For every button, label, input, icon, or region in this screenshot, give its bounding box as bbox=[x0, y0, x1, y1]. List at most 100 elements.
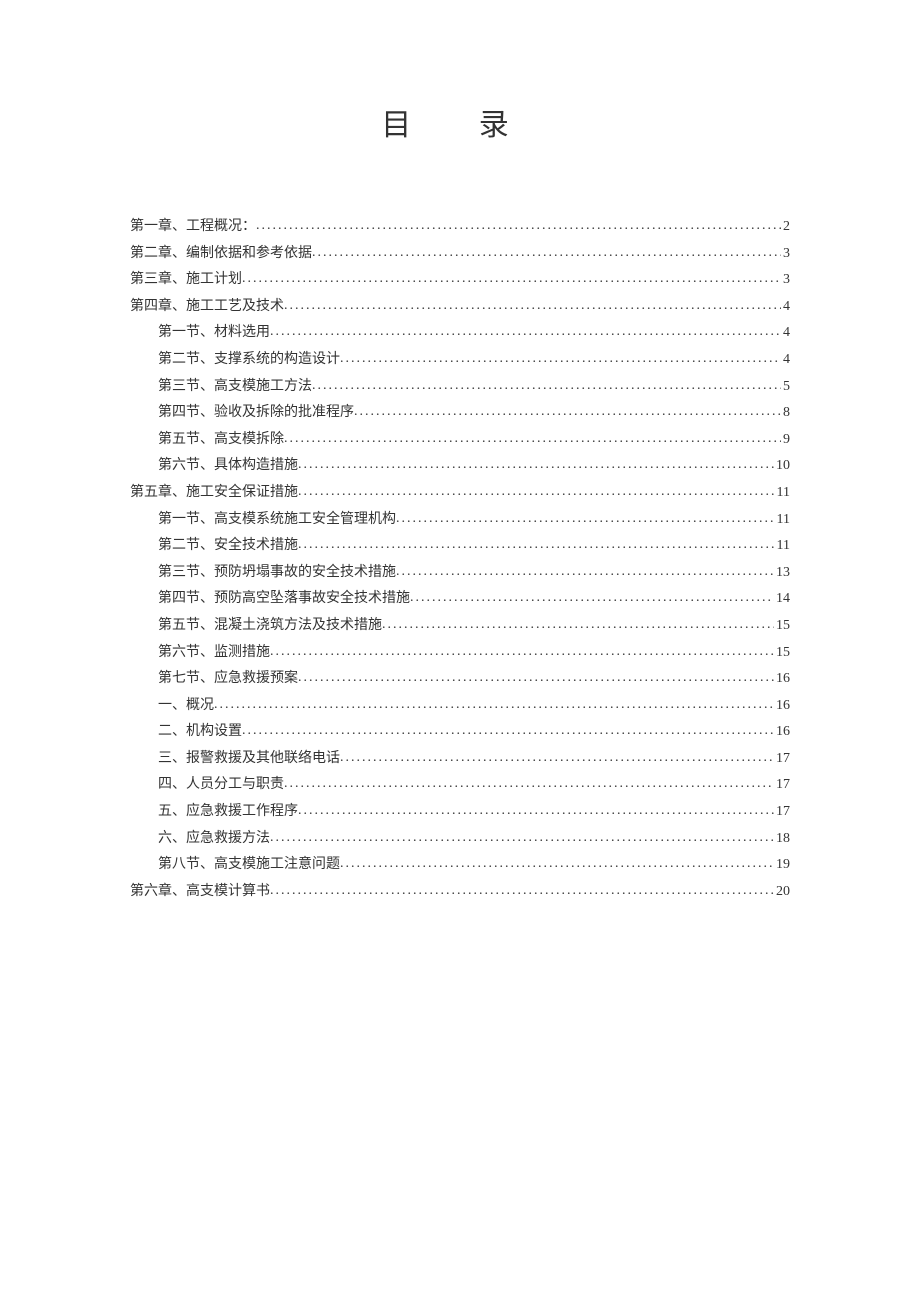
toc-leader-dots bbox=[270, 878, 774, 905]
toc-entry: 第七节、应急救援预案 16 bbox=[130, 666, 790, 693]
toc-entry-page: 17 bbox=[774, 799, 790, 826]
toc-entry-label: 第三节、预防坍塌事故的安全技术措施 bbox=[158, 560, 396, 587]
toc-entry-page: 16 bbox=[774, 666, 790, 693]
toc-leader-dots bbox=[214, 692, 774, 719]
toc-leader-dots bbox=[396, 506, 775, 533]
toc-entry-label: 第一节、高支模系统施工安全管理机构 bbox=[158, 507, 396, 534]
toc-entry: 第二章、编制依据和参考依据 3 bbox=[130, 241, 790, 268]
toc-entry-label: 第五章、施工安全保证措施 bbox=[130, 480, 298, 507]
toc-entry-page: 16 bbox=[774, 719, 790, 746]
toc-entry: 第三章、施工计划 3 bbox=[130, 267, 790, 294]
toc-entry: 第五章、施工安全保证措施 11 bbox=[130, 480, 790, 507]
toc-entry-page: 10 bbox=[774, 453, 790, 480]
toc-entry: 第三节、高支模施工方法 5 bbox=[130, 374, 790, 401]
toc-entry: 一、概况16 bbox=[130, 693, 790, 720]
table-of-contents: 第一章、工程概况：2第二章、编制依据和参考依据3第三章、施工计划3第四章、施工工… bbox=[130, 214, 790, 905]
toc-leader-dots bbox=[340, 346, 781, 373]
toc-entry-page: 14 bbox=[774, 586, 790, 613]
toc-entry-page: 3 bbox=[781, 267, 790, 294]
toc-entry-label: 第二节、安全技术措施 bbox=[158, 533, 298, 560]
toc-leader-dots bbox=[270, 639, 774, 666]
toc-entry-page: 4 bbox=[781, 294, 790, 321]
toc-entry: 第五节、混凝土浇筑方法及技术措施 15 bbox=[130, 613, 790, 640]
toc-entry-label: 第六章、高支模计算书 bbox=[130, 879, 270, 906]
toc-entry: 第二节、安全技术措施11 bbox=[130, 533, 790, 560]
toc-entry: 五、应急救援工作程序 17 bbox=[130, 799, 790, 826]
toc-entry-label: 第四章、施工工艺及技术 bbox=[130, 294, 284, 321]
toc-entry-page: 8 bbox=[781, 400, 790, 427]
toc-entry: 第四节、验收及拆除的批准程序 8 bbox=[130, 400, 790, 427]
toc-entry-page: 9 bbox=[781, 427, 790, 454]
toc-entry-label: 第七节、应急救援预案 bbox=[158, 666, 298, 693]
toc-entry-label: 二、机构设置 bbox=[158, 719, 242, 746]
toc-entry-label: 第一章、工程概况： bbox=[130, 214, 256, 241]
toc-entry: 第五节、高支模拆除 9 bbox=[130, 427, 790, 454]
page-title: 目 录 bbox=[130, 100, 790, 144]
toc-entry: 第二节、支撑系统的构造设计 4 bbox=[130, 347, 790, 374]
toc-entry: 第四章、施工工艺及技术 4 bbox=[130, 294, 790, 321]
toc-entry-page: 5 bbox=[781, 374, 790, 401]
toc-entry-label: 第四节、验收及拆除的批准程序 bbox=[158, 400, 354, 427]
toc-entry: 第三节、预防坍塌事故的安全技术措施 13 bbox=[130, 560, 790, 587]
toc-leader-dots bbox=[298, 479, 775, 506]
toc-leader-dots bbox=[242, 718, 774, 745]
toc-entry-page: 4 bbox=[781, 320, 790, 347]
toc-entry-page: 18 bbox=[774, 826, 790, 853]
toc-entry-page: 19 bbox=[774, 852, 790, 879]
toc-entry-label: 第一节、材料选用 bbox=[158, 320, 270, 347]
toc-entry-label: 第四节、预防高空坠落事故安全技术措施 bbox=[158, 586, 410, 613]
toc-entry-label: 第三节、高支模施工方法 bbox=[158, 374, 312, 401]
toc-leader-dots bbox=[298, 665, 774, 692]
toc-entry: 第六章、高支模计算书 20 bbox=[130, 879, 790, 906]
toc-entry-page: 15 bbox=[774, 613, 790, 640]
toc-entry: 第四节、预防高空坠落事故安全技术措施 14 bbox=[130, 586, 790, 613]
toc-leader-dots bbox=[284, 426, 781, 453]
toc-entry-label: 第三章、施工计划 bbox=[130, 267, 242, 294]
toc-entry-label: 第二节、支撑系统的构造设计 bbox=[158, 347, 340, 374]
toc-entry: 二、机构设置 16 bbox=[130, 719, 790, 746]
toc-leader-dots bbox=[340, 745, 774, 772]
toc-entry: 第六节、监测措施15 bbox=[130, 640, 790, 667]
toc-entry-label: 五、应急救援工作程序 bbox=[158, 799, 298, 826]
toc-entry-page: 20 bbox=[774, 879, 790, 906]
toc-entry: 三、报警救援及其他联络电话 17 bbox=[130, 746, 790, 773]
toc-entry-page: 4 bbox=[781, 347, 790, 374]
toc-entry: 第六节、具体构造措施10 bbox=[130, 453, 790, 480]
toc-leader-dots bbox=[270, 319, 781, 346]
toc-leader-dots bbox=[270, 825, 774, 852]
toc-entry: 第八节、高支模施工注意问题 19 bbox=[130, 852, 790, 879]
toc-entry-page: 16 bbox=[774, 693, 790, 720]
toc-entry-page: 2 bbox=[781, 214, 790, 241]
toc-entry: 六、应急救援方法 18 bbox=[130, 826, 790, 853]
toc-entry-page: 11 bbox=[775, 480, 790, 507]
toc-leader-dots bbox=[382, 612, 774, 639]
toc-entry-page: 17 bbox=[774, 746, 790, 773]
toc-entry-label: 六、应急救援方法 bbox=[158, 826, 270, 853]
toc-entry: 第一节、材料选用 4 bbox=[130, 320, 790, 347]
toc-entry-label: 第八节、高支模施工注意问题 bbox=[158, 852, 340, 879]
toc-entry-page: 13 bbox=[774, 560, 790, 587]
toc-leader-dots bbox=[312, 240, 781, 267]
toc-leader-dots bbox=[284, 293, 781, 320]
toc-entry-page: 11 bbox=[775, 507, 790, 534]
toc-entry-label: 第五节、高支模拆除 bbox=[158, 427, 284, 454]
toc-entry-label: 四、人员分工与职责 bbox=[158, 772, 284, 799]
toc-leader-dots bbox=[256, 213, 781, 240]
toc-leader-dots bbox=[298, 798, 774, 825]
toc-leader-dots bbox=[410, 585, 774, 612]
toc-entry: 四、人员分工与职责 17 bbox=[130, 772, 790, 799]
toc-entry-label: 第二章、编制依据和参考依据 bbox=[130, 241, 312, 268]
toc-entry: 第一章、工程概况： 2 bbox=[130, 214, 790, 241]
toc-entry-page: 17 bbox=[774, 772, 790, 799]
toc-entry: 第一节、高支模系统施工安全管理机构 11 bbox=[130, 507, 790, 534]
toc-entry-label: 第五节、混凝土浇筑方法及技术措施 bbox=[158, 613, 382, 640]
toc-entry-page: 3 bbox=[781, 241, 790, 268]
toc-entry-label: 第六节、监测措施 bbox=[158, 640, 270, 667]
toc-leader-dots bbox=[298, 532, 775, 559]
toc-entry-label: 三、报警救援及其他联络电话 bbox=[158, 746, 340, 773]
toc-leader-dots bbox=[354, 399, 781, 426]
toc-leader-dots bbox=[242, 266, 781, 293]
toc-leader-dots bbox=[340, 851, 774, 878]
toc-leader-dots bbox=[312, 373, 781, 400]
toc-leader-dots bbox=[284, 771, 774, 798]
